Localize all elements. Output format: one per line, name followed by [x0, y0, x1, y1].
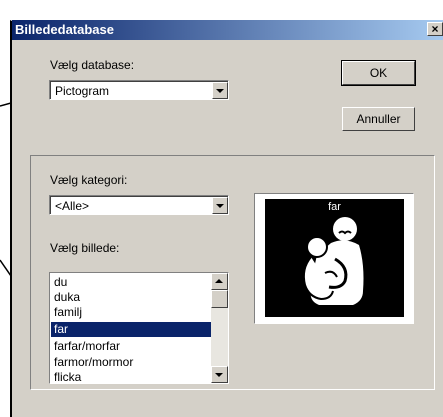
list-scrollbar[interactable]: [211, 273, 228, 383]
chevron-down-icon: [216, 89, 224, 93]
image-listbox[interactable]: du duka familj far farfar/morfar farmor/…: [49, 272, 229, 384]
database-label: Vælg database:: [50, 58, 135, 72]
chevron-up-icon: [215, 279, 223, 283]
database-select[interactable]: Pictogram: [49, 80, 229, 100]
ok-button-label: OK: [369, 66, 388, 80]
window-title: Billededatabase: [15, 22, 114, 37]
list-item[interactable]: farfar/morfar: [51, 339, 211, 354]
category-dropdown-button[interactable]: [212, 197, 228, 214]
scroll-up-button[interactable]: [211, 273, 228, 290]
scroll-down-button[interactable]: [211, 366, 228, 383]
list-item-selected[interactable]: far: [51, 322, 211, 337]
list-item[interactable]: du: [51, 275, 211, 290]
list-item[interactable]: farmor/mormor: [51, 355, 211, 370]
database-dropdown-button[interactable]: [212, 82, 228, 99]
chevron-down-icon: [216, 204, 224, 208]
scroll-thumb[interactable]: [211, 290, 228, 308]
image-preview: far: [254, 193, 414, 324]
list-item[interactable]: flicka: [51, 370, 211, 383]
close-icon: ×: [431, 22, 439, 36]
close-button[interactable]: ×: [427, 22, 443, 36]
list-item[interactable]: duka: [51, 290, 211, 305]
category-label: Vælg kategori:: [50, 173, 128, 187]
cancel-button[interactable]: Annuller: [342, 107, 415, 131]
database-select-value: Pictogram: [55, 84, 110, 98]
ok-button[interactable]: OK: [341, 60, 416, 86]
category-select[interactable]: <Alle>: [49, 195, 229, 215]
cancel-button-label: Annuller: [356, 112, 401, 126]
father-and-child-pictogram-icon: [302, 217, 364, 305]
category-select-value: <Alle>: [55, 199, 90, 213]
image-label: Vælg billede:: [50, 241, 120, 255]
list-item[interactable]: familj: [51, 305, 211, 320]
pictogram-image: far: [265, 199, 404, 317]
chevron-down-icon: [215, 373, 223, 377]
title-bar[interactable]: Billededatabase ×: [12, 20, 443, 40]
